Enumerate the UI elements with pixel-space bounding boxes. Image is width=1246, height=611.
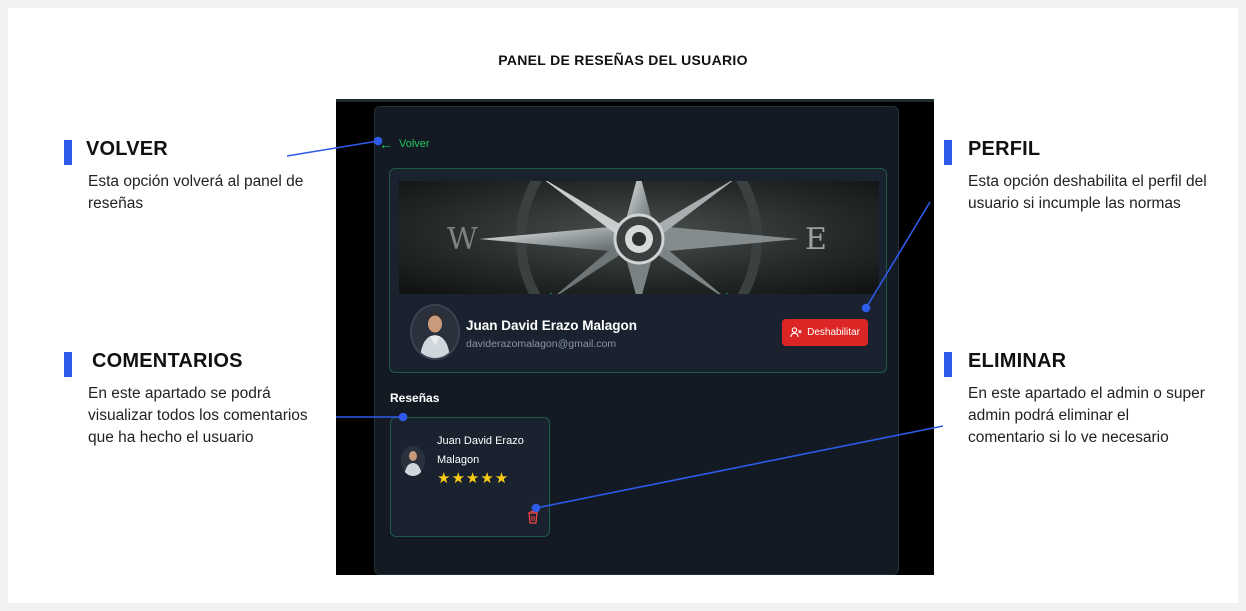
user-photo-icon (401, 446, 425, 476)
note-perfil: PERFIL Esta opción deshabilita el perfil… (944, 138, 1214, 215)
back-link[interactable]: ← Volver (379, 137, 430, 151)
profile-name: Juan David Erazo Malagon (466, 318, 638, 333)
note-title: PERFIL (968, 138, 1041, 160)
note-accent-bar (64, 140, 72, 165)
back-label: Volver (399, 138, 430, 150)
disable-profile-button[interactable]: Deshabilitar (782, 319, 868, 346)
note-title: VOLVER (86, 138, 168, 160)
review-card: Juan David Erazo Malagon ★★★★★ (390, 417, 550, 537)
user-reviews-panel: ← Volver W E Juan David Erazo Malagon da… (374, 106, 899, 575)
note-accent-bar (64, 352, 72, 377)
delete-review-button[interactable] (527, 510, 539, 529)
note-title: ELIMINAR (968, 350, 1067, 372)
avatar (410, 304, 460, 360)
note-accent-bar (944, 140, 952, 165)
profile-card: W E Juan David Erazo Malagon daviderazom… (389, 168, 887, 373)
note-eliminar: ELIMINAR En este apartado el admin o sup… (944, 350, 1214, 449)
note-text: En este apartado el admin o super admin … (968, 385, 1205, 446)
user-photo-icon (412, 306, 458, 358)
note-text: Esta opción deshabilita el perfil del us… (968, 173, 1207, 212)
arrow-left-icon: ← (379, 136, 393, 152)
rating-stars: ★★★★★ (437, 470, 510, 487)
review-author: Juan David Erazo Malagon (437, 435, 524, 466)
disable-button-label: Deshabilitar (807, 327, 860, 338)
reviews-heading: Reseñas (390, 391, 440, 405)
profile-email: daviderazomalagon@gmail.com (466, 338, 617, 350)
note-text: Esta opción volverá al panel de reseñas (88, 173, 304, 212)
note-comentarios: COMENTARIOS En este apartado se podrá vi… (64, 350, 334, 449)
note-title: COMENTARIOS (92, 350, 243, 372)
compass-banner-graphic: W E (399, 181, 879, 294)
app-top-border (336, 99, 934, 102)
user-x-icon (790, 327, 802, 338)
note-accent-bar (944, 352, 952, 377)
banner-letter-west: W (447, 222, 478, 257)
trash-icon (528, 510, 538, 524)
note-text: En este apartado se podrá visualizar tod… (88, 385, 308, 446)
banner-letter-east: E (805, 222, 827, 257)
profile-banner-image: W E (399, 181, 879, 294)
app-screenshot: ← Volver W E Juan David Erazo Malagon da… (336, 99, 934, 575)
review-avatar (401, 446, 425, 476)
slide-title: PANEL DE RESEÑAS DEL USUARIO (498, 52, 748, 68)
note-volver: VOLVER Esta opción volverá al panel de r… (64, 138, 314, 215)
